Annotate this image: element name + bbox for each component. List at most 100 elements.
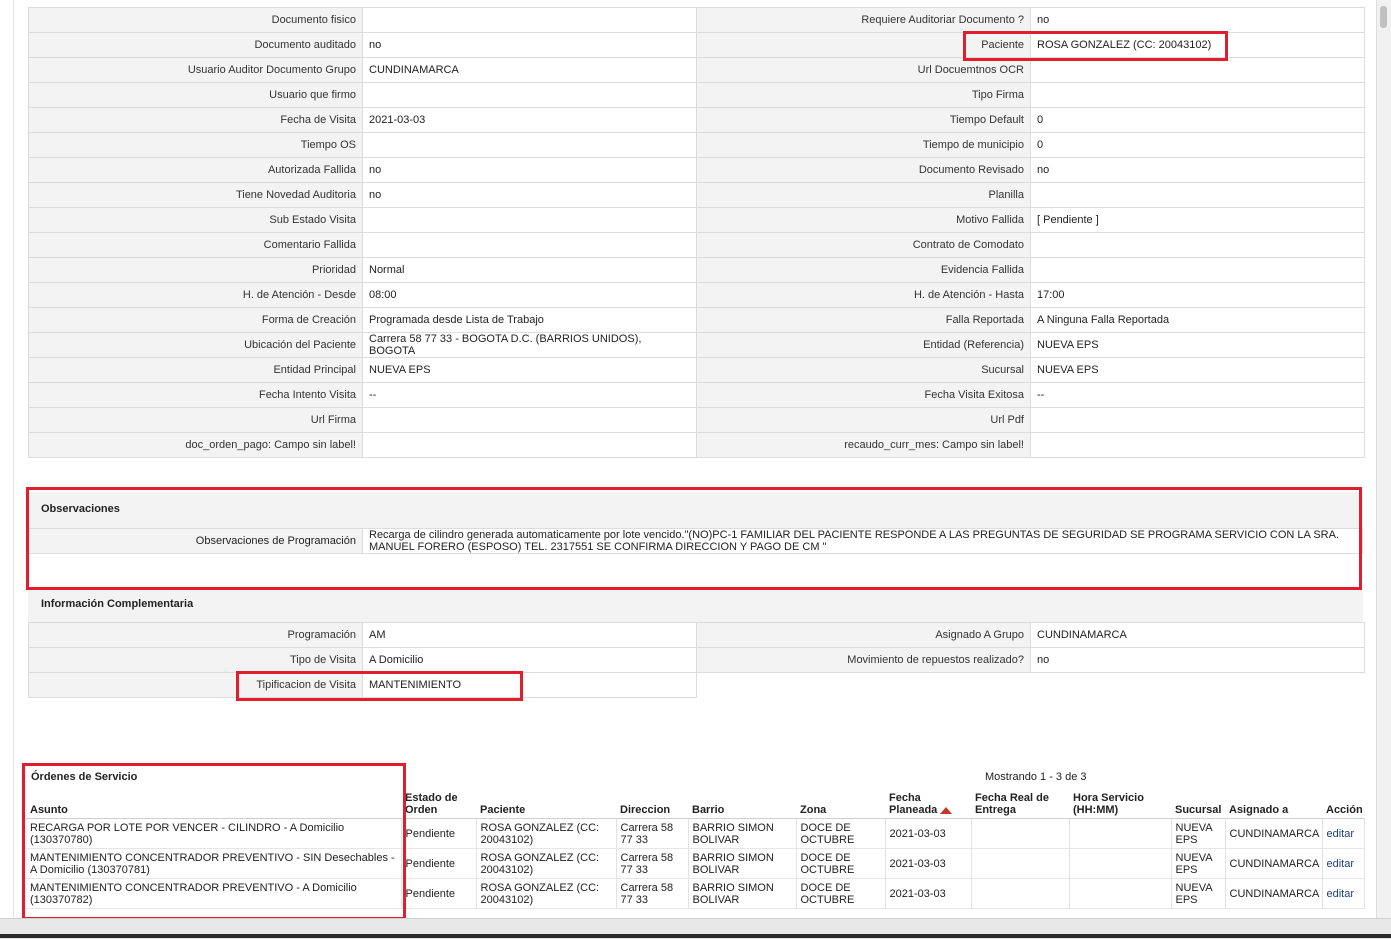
info-header-bar (28, 590, 1363, 622)
detail-value: NUEVA EPS (1030, 357, 1365, 383)
order-cell-barrio: BARRIO SIMON BOLIVAR (688, 878, 797, 909)
visit-detail-table: Documento fisico Requiere Auditoriar Docu… (28, 7, 1365, 458)
order-cell-fecha-real (971, 878, 1070, 909)
empty-cell (1030, 672, 1365, 698)
info-label: Movimiento de repuestos realizado? (696, 647, 1031, 673)
info-value: no (1030, 647, 1365, 673)
column-header-label: Sucursal (1175, 804, 1222, 816)
detail-value (1030, 407, 1365, 433)
column-header[interactable]: Fecha Planeada (885, 789, 971, 819)
page-left-border (13, 0, 14, 918)
order-cell-direccion: Carrera 58 77 33 (616, 878, 689, 909)
info-label: Tipo de Visita (28, 647, 363, 673)
detail-label: Sucursal (696, 357, 1031, 383)
detail-row: Ubicación del Paciente Carrera 58 77 33 -… (28, 332, 1365, 358)
order-cell-barrio: BARRIO SIMON BOLIVAR (688, 848, 797, 879)
order-cell-fecha-real (971, 848, 1070, 879)
detail-row: Prioridad Normal Evidencia Fallida (28, 257, 1365, 283)
detail-value: [ Pendiente ] (1030, 207, 1365, 233)
info-row: Tipificacion de Visita MANTENIMIENTO (28, 672, 1365, 698)
observaciones-table: Observaciones de Programación Recarga de… (28, 528, 1363, 554)
info-value: MANTENIMIENTO (362, 672, 697, 698)
observaciones-header-bar (28, 492, 1363, 528)
vertical-scrollbar[interactable] (1376, 0, 1391, 918)
detail-label: recaudo_curr_mes: Campo sin label! (696, 432, 1031, 458)
detail-value: Normal (362, 257, 697, 283)
detail-value (362, 207, 697, 233)
detail-value (362, 82, 697, 108)
order-cell-sucursal: NUEVA EPS (1171, 878, 1226, 909)
detail-value: NUEVA EPS (362, 357, 697, 383)
detail-row: doc_orden_pago: Campo sin label! recaudo_… (28, 432, 1365, 458)
column-header-label: Asignado a (1229, 804, 1289, 816)
detail-value (1030, 57, 1365, 83)
detail-row: Documento auditado no Paciente ROSA GONZALE… (28, 32, 1365, 58)
detail-label: Tiempo Default (696, 107, 1031, 133)
column-header-label: Paciente (480, 804, 526, 816)
horizontal-scrollbar[interactable] (0, 918, 1391, 939)
info-row: Programación AM Asignado A Grupo CUNDINAMAR… (28, 622, 1365, 648)
order-cell-asignado: CUNDINAMARCA (1225, 818, 1323, 849)
edit-order-link[interactable]: editar (1327, 888, 1355, 900)
scrollbar-thumb[interactable] (1380, 6, 1387, 28)
taskbar-strip (0, 934, 1391, 938)
order-cell-paciente: ROSA GONZALEZ (CC: 20043102) (476, 848, 617, 879)
detail-value: NUEVA EPS (1030, 332, 1365, 358)
order-cell-asignado: CUNDINAMARCA (1225, 878, 1323, 909)
detail-label: Usuario que firmo (28, 82, 363, 108)
column-header[interactable]: Barrio (688, 789, 796, 819)
ordenes-header-row: Asunto Estado de Orden Paciente Direccion Ba… (26, 789, 1364, 819)
detail-value (362, 432, 697, 458)
detail-row: Comentario Fallida Contrato de Comodato (28, 232, 1365, 258)
column-header[interactable]: Asunto (26, 789, 401, 819)
detail-value (1030, 82, 1365, 108)
order-cell-fecha-real (971, 818, 1070, 849)
order-cell-accion: editar (1322, 878, 1365, 909)
detail-label: Contrato de Comodato (696, 232, 1031, 258)
edit-order-link[interactable]: editar (1327, 858, 1355, 870)
info-complementaria-table: Programación AM Asignado A Grupo CUNDINAMAR… (28, 622, 1365, 698)
ordenes-table: Asunto Estado de Orden Paciente Direccion Ba… (26, 789, 1365, 909)
detail-value (1030, 182, 1365, 208)
order-cell-fecha-planeada: 2021-03-03 (885, 818, 972, 849)
detail-label: Planilla (696, 182, 1031, 208)
detail-value (1030, 257, 1365, 283)
column-header[interactable]: Asignado a (1225, 789, 1322, 819)
detail-label: Ubicación del Paciente (28, 332, 363, 358)
detail-row: H. de Atención - Desde 08:00 H. de Atenció… (28, 282, 1365, 308)
edit-order-link[interactable]: editar (1327, 828, 1355, 840)
detail-row: Documento fisico Requiere Auditoriar Docu… (28, 7, 1365, 33)
detail-label: Evidencia Fallida (696, 257, 1031, 283)
column-header[interactable]: Zona (796, 789, 885, 819)
detail-value: 0 (1030, 132, 1365, 158)
detail-label: H. de Atención - Hasta (696, 282, 1031, 308)
detail-value: no (362, 32, 697, 58)
column-header[interactable]: Hora Servicio (HH:MM) (1069, 789, 1171, 819)
column-header-label: Fecha Planeada (889, 792, 938, 816)
detail-value: ROSA GONZALEZ (CC: 20043102) (1030, 32, 1365, 58)
order-cell-zona: DOCE DE OCTUBRE (796, 848, 886, 879)
column-header[interactable]: Estado de Orden (401, 789, 476, 819)
detail-label: Tipo Firma (696, 82, 1031, 108)
info-value: A Domicilio (362, 647, 697, 673)
column-header[interactable]: Acción (1322, 789, 1364, 819)
detail-label: Autorizada Fallida (28, 157, 363, 183)
column-header[interactable]: Paciente (476, 789, 616, 819)
column-header[interactable]: Direccion (616, 789, 688, 819)
column-header[interactable]: Fecha Real de Entrega (971, 789, 1069, 819)
observaciones-row: Observaciones de Programación Recarga de… (28, 528, 1363, 554)
column-header[interactable]: Sucursal (1171, 789, 1225, 819)
detail-row: Usuario Auditor Documento Grupo CUNDINAMA… (28, 57, 1365, 83)
order-cell-accion: editar (1322, 848, 1365, 879)
order-cell-asunto: MANTENIMIENTO CONCENTRADOR PREVENTIVO - … (26, 878, 402, 909)
detail-label: Tiene Novedad Auditoria (28, 182, 363, 208)
detail-label: Sub Estado Visita (28, 207, 363, 233)
detail-label: Documento fisico (28, 7, 363, 33)
detail-value (1030, 432, 1365, 458)
observaciones-value: Recarga de cilindro generada automaticam… (362, 528, 1363, 554)
order-cell-zona: DOCE DE OCTUBRE (796, 818, 886, 849)
order-cell-accion: editar (1322, 818, 1365, 849)
sort-ascending-icon[interactable] (940, 806, 953, 814)
detail-label: Tiempo OS (28, 132, 363, 158)
empty-cell (696, 672, 1031, 698)
